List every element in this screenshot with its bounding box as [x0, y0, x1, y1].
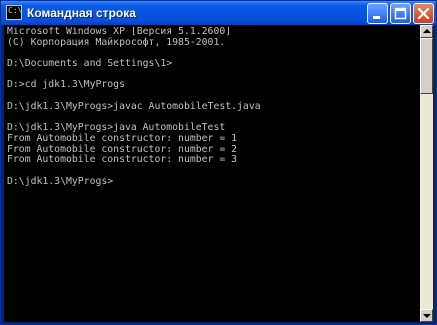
scroll-thumb[interactable] [420, 38, 433, 94]
console-line: D:\Documents and Settings\1> [7, 58, 173, 70]
arrow-up-icon [423, 29, 431, 33]
scroll-up-button[interactable] [420, 25, 433, 38]
close-icon [417, 7, 430, 20]
console-line: D:>cd jdk1.3\MyProgs [7, 79, 125, 91]
minimize-icon [373, 16, 380, 19]
console-line: (С) Корпорация Майкрософт, 1985-2001. [7, 36, 226, 48]
console-output[interactable]: Microsoft Windows XP [Версия 5.1.2600] (С… [7, 27, 419, 317]
scroll-down-button[interactable] [420, 309, 433, 322]
console-area[interactable]: Microsoft Windows XP [Версия 5.1.2600] (С… [4, 25, 433, 322]
arrow-down-icon [423, 314, 431, 318]
console-icon[interactable]: C:\ [6, 5, 22, 20]
title-bar[interactable]: C:\ Командная строка [1, 1, 436, 25]
minimize-button[interactable] [367, 3, 388, 24]
console-line: D:\jdk1.3\MyProgs>javac AutomobileTest.j… [7, 100, 261, 112]
close-button[interactable] [413, 3, 434, 24]
console-icon-glyph: C:\ [8, 6, 23, 15]
maximize-icon [394, 7, 407, 20]
console-line: From Automobile constructor: number = 1 [7, 132, 238, 144]
window-title: Командная строка [27, 6, 136, 20]
command-prompt-window: C:\ Командная строка Microsoft Windows X… [0, 0, 437, 325]
maximize-button[interactable] [390, 3, 411, 24]
console-line: D:\jdk1.3\MyProgs> [7, 175, 114, 187]
vertical-scrollbar[interactable] [420, 25, 433, 322]
console-line: From Automobile constructor: number = 3 [7, 154, 238, 166]
